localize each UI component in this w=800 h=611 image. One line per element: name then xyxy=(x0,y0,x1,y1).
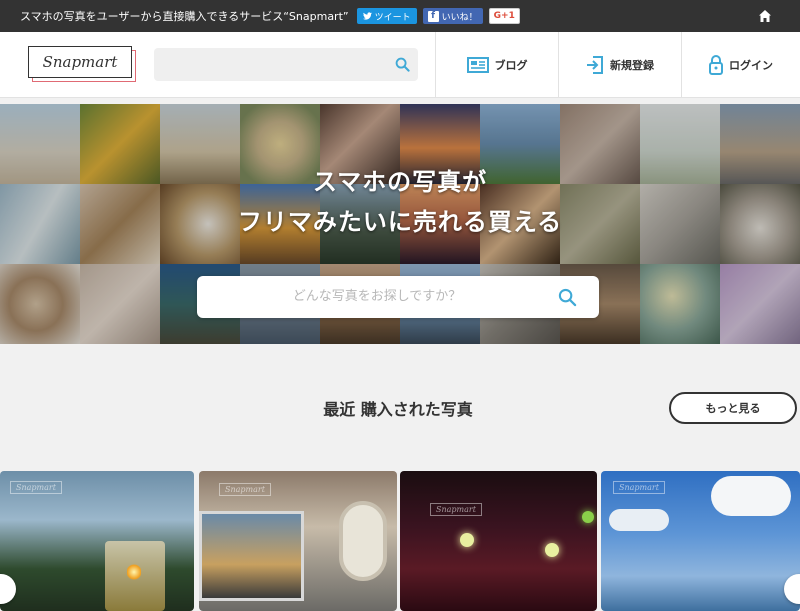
like-button[interactable]: f いいね！ xyxy=(422,8,483,24)
site-header: Snapmart ブログ 新規登録 ログイン xyxy=(0,32,800,98)
airplane-window xyxy=(339,501,387,581)
top-bar: スマホの写真をユーザーから直接購入できるサービス“Snapmart” ツイート … xyxy=(0,0,800,32)
laptop-screen xyxy=(199,511,304,601)
lantern xyxy=(582,511,594,523)
header-search-input[interactable] xyxy=(154,48,418,81)
facebook-icon: f xyxy=(427,10,439,22)
nav-signup[interactable]: 新規登録 xyxy=(558,32,681,98)
photo-card[interactable]: Snapmart xyxy=(199,471,397,611)
blog-icon xyxy=(466,57,489,73)
cloud xyxy=(711,476,791,516)
home-icon[interactable] xyxy=(758,9,772,23)
logo-text: Snapmart xyxy=(28,46,132,78)
cloud xyxy=(609,509,669,531)
watermark: Snapmart xyxy=(430,503,482,516)
hero-search-placeholder: どんな写真をお探しですか？ xyxy=(292,289,462,304)
nav-login[interactable]: ログイン xyxy=(681,32,800,98)
twitter-icon xyxy=(362,12,372,20)
tweet-button[interactable]: ツイート xyxy=(356,8,417,24)
social-buttons: ツイート f いいね！ G+1 xyxy=(356,8,520,24)
lantern xyxy=(545,543,559,557)
like-label: いいね！ xyxy=(441,12,478,23)
search-icon[interactable] xyxy=(558,288,577,307)
lantern xyxy=(460,533,474,547)
gplus-button[interactable]: G+1 xyxy=(488,8,520,24)
nav-blog[interactable]: ブログ xyxy=(435,32,558,98)
watermark: Snapmart xyxy=(10,481,62,494)
nav-signup-label: 新規登録 xyxy=(610,59,654,72)
photo-card[interactable]: Snapmart xyxy=(0,471,194,611)
nav-blog-label: ブログ xyxy=(494,59,528,72)
candle-flame xyxy=(127,563,141,581)
lock-icon xyxy=(709,55,723,75)
see-more-button[interactable]: もっと見る xyxy=(669,392,797,424)
logo[interactable]: Snapmart xyxy=(28,46,136,82)
site-tagline: スマホの写真をユーザーから直接購入できるサービス“Snapmart” xyxy=(20,10,349,23)
hero-headline-line2: フリマみたいに売れる買える xyxy=(237,208,563,236)
photo-card[interactable]: Snapmart xyxy=(601,471,800,611)
hero-search-input[interactable]: どんな写真をお探しですか？ xyxy=(197,276,599,318)
hero-banner: スマホの写真が フリマみたいに売れる買える どんな写真をお探しですか？ xyxy=(0,104,800,344)
watermark: Snapmart xyxy=(613,481,665,494)
tweet-label: ツイート xyxy=(374,12,411,23)
watermark: Snapmart xyxy=(219,483,271,496)
signup-icon xyxy=(587,56,603,74)
nav-login-label: ログイン xyxy=(729,59,773,72)
search-icon[interactable] xyxy=(395,57,410,72)
hero-headline-line1: スマホの写真が xyxy=(312,168,488,196)
photo-card[interactable]: Snapmart xyxy=(400,471,597,611)
